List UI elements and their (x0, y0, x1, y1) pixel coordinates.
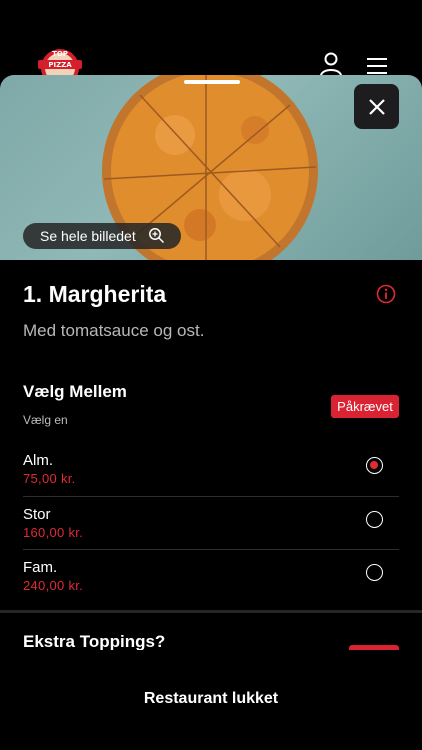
option-name: Stor (23, 506, 51, 523)
section-divider (0, 610, 422, 613)
hamburger-menu-icon[interactable] (364, 56, 390, 76)
option-price: 240,00 kr. (23, 578, 84, 593)
option-name: Fam. (23, 559, 58, 576)
info-icon[interactable] (376, 284, 396, 304)
radio-button[interactable] (366, 511, 383, 528)
close-button[interactable] (354, 84, 399, 129)
top-bar: TOP PIZZA (0, 0, 422, 86)
restaurant-status: Restaurant lukket (143, 690, 279, 707)
size-section-title: Vælg Mellem (23, 382, 127, 401)
product-title: 1. Margherita (23, 281, 167, 307)
product-image[interactable]: Se hele billedet (0, 75, 422, 260)
see-full-image-button[interactable]: Se hele billedet (23, 223, 181, 249)
product-sheet: Se hele billedet 1. Margherita Med tomat… (0, 75, 422, 750)
toppings-section-title: Ekstra Toppings? (23, 632, 166, 651)
zoom-icon (149, 228, 165, 244)
required-badge: Påkrævet (331, 395, 399, 418)
option-price: 160,00 kr. (23, 525, 84, 540)
option-price: 75,00 kr. (23, 471, 76, 486)
see-full-image-label: Se hele billedet (40, 228, 136, 244)
size-option-fam[interactable]: Fam. 240,00 kr. (23, 550, 399, 603)
logo-text-top: TOP (52, 50, 68, 58)
sheet-grabber[interactable] (184, 80, 240, 84)
radio-button-selected[interactable] (366, 457, 383, 474)
size-option-alm[interactable]: Alm. 75,00 kr. (23, 443, 399, 496)
size-section-subtitle: Vælg en (23, 413, 68, 427)
size-option-stor[interactable]: Stor 160,00 kr. (23, 497, 399, 550)
close-icon (368, 98, 385, 115)
product-description: Med tomatsauce og ost. (23, 321, 205, 340)
logo-text-bottom: PIZZA (48, 61, 72, 69)
user-icon[interactable] (318, 51, 344, 77)
option-name: Alm. (23, 452, 53, 469)
radio-button[interactable] (366, 564, 383, 581)
footer-bar: Restaurant lukket (0, 650, 422, 750)
